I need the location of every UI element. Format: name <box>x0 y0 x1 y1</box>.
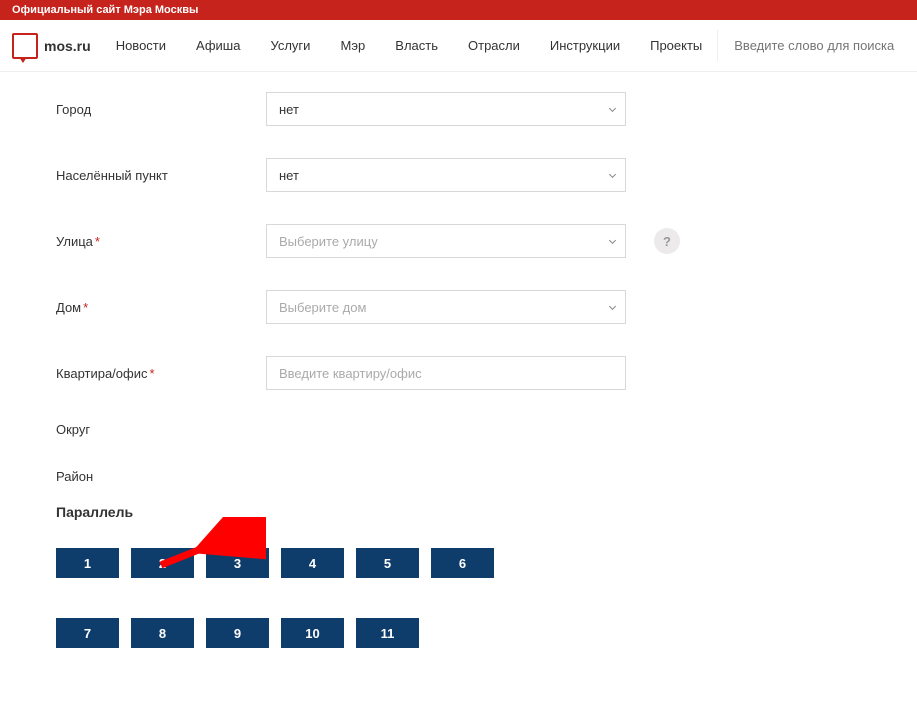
nav-item-sectors[interactable]: Отрасли <box>453 38 535 53</box>
label-house: Дом* <box>56 300 266 315</box>
parallel-btn-10[interactable]: 10 <box>281 618 344 648</box>
row-district: Округ <box>56 422 861 437</box>
top-banner-text: Официальный сайт Мэра Москвы <box>12 4 198 16</box>
row-city: Город нет <box>56 92 861 126</box>
parallel-row-2: 7 8 9 10 11 <box>56 618 861 648</box>
parallel-btn-8[interactable]: 8 <box>131 618 194 648</box>
search-input[interactable] <box>717 30 917 61</box>
parallel-btn-5[interactable]: 5 <box>356 548 419 578</box>
nav-item-news[interactable]: Новости <box>101 38 181 53</box>
form-content: Город нет Населённый пункт нет Улица* Вы… <box>6 72 911 698</box>
select-house[interactable]: Выберите дом <box>266 290 626 324</box>
top-banner: Официальный сайт Мэра Москвы <box>0 0 917 20</box>
row-apartment: Квартира/офис* <box>56 356 861 390</box>
nav-items: Новости Афиша Услуги Мэр Власть Отрасли … <box>101 38 718 53</box>
logo-text: mos.ru <box>44 38 91 54</box>
row-house: Дом* Выберите дом <box>56 290 861 324</box>
row-street: Улица* Выберите улицу ? <box>56 224 861 258</box>
parallel-btn-3[interactable]: 3 <box>206 548 269 578</box>
input-apartment[interactable] <box>266 356 626 390</box>
label-apartment: Квартира/офис* <box>56 366 266 381</box>
help-button[interactable]: ? <box>654 228 680 254</box>
nav-item-mayor[interactable]: Мэр <box>325 38 380 53</box>
label-district: Округ <box>56 422 266 437</box>
logo[interactable]: mos.ru <box>12 33 91 59</box>
speech-bubble-icon <box>12 33 38 59</box>
row-region: Район <box>56 469 861 484</box>
parallel-btn-11[interactable]: 11 <box>356 618 419 648</box>
parallel-btn-1[interactable]: 1 <box>56 548 119 578</box>
nav-item-authority[interactable]: Власть <box>380 38 453 53</box>
label-settlement: Населённый пункт <box>56 168 266 183</box>
navbar: mos.ru Новости Афиша Услуги Мэр Власть О… <box>0 20 917 72</box>
select-settlement[interactable]: нет <box>266 158 626 192</box>
row-settlement: Населённый пункт нет <box>56 158 861 192</box>
parallel-row-1: 1 2 3 4 5 6 <box>56 548 861 578</box>
parallel-btn-9[interactable]: 9 <box>206 618 269 648</box>
nav-item-projects[interactable]: Проекты <box>635 38 717 53</box>
parallel-btn-6[interactable]: 6 <box>431 548 494 578</box>
select-city[interactable]: нет <box>266 92 626 126</box>
select-street[interactable]: Выберите улицу <box>266 224 626 258</box>
label-city: Город <box>56 102 266 117</box>
label-region: Район <box>56 469 266 484</box>
parallel-btn-4[interactable]: 4 <box>281 548 344 578</box>
label-street: Улица* <box>56 234 266 249</box>
nav-item-afisha[interactable]: Афиша <box>181 38 255 53</box>
parallel-btn-7[interactable]: 7 <box>56 618 119 648</box>
parallel-btn-2[interactable]: 2 <box>131 548 194 578</box>
parallel-title: Параллель <box>56 504 861 520</box>
nav-item-services[interactable]: Услуги <box>255 38 325 53</box>
nav-item-instructions[interactable]: Инструкции <box>535 38 635 53</box>
